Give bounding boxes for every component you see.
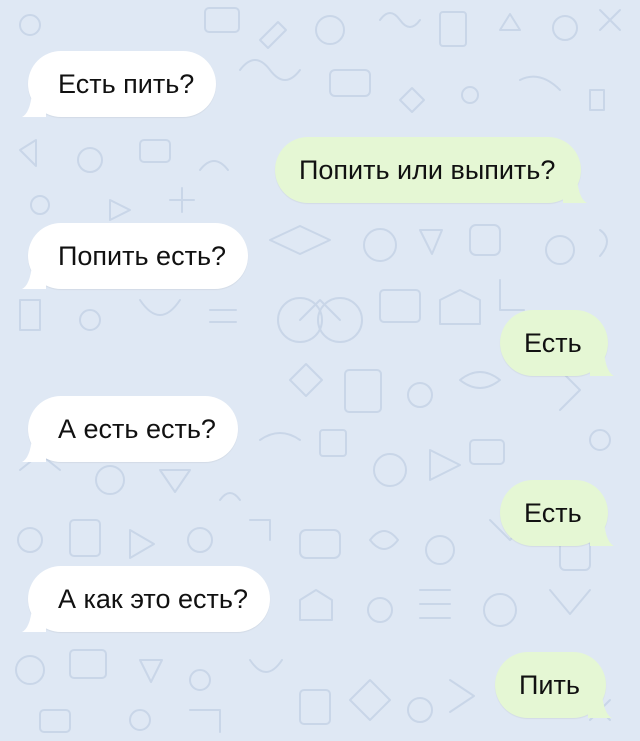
message-text: Попить есть? [58, 240, 227, 271]
bubble-tail-icon [589, 522, 614, 546]
message-text: Есть [524, 497, 582, 528]
bubble-tail-icon [587, 694, 612, 718]
message-bubble-outgoing[interactable]: Попить или выпить? [275, 137, 588, 203]
message-bubble-incoming[interactable]: А есть есть? [22, 396, 238, 462]
message-text: Есть пить? [58, 68, 195, 99]
bubble-tail-icon [22, 438, 46, 462]
message-bubble-outgoing[interactable]: Есть [500, 480, 614, 546]
message-bubble-outgoing[interactable]: Есть [500, 310, 614, 376]
chat-background: Есть пить? Попить или выпить? Попить ест… [0, 0, 640, 741]
message-text: Есть [524, 327, 582, 358]
message-text: А есть есть? [58, 413, 216, 444]
message-text: Пить [519, 669, 580, 700]
bubble-tail-icon [22, 608, 46, 632]
message-text: А как это есть? [58, 583, 248, 614]
message-text: Попить или выпить? [299, 154, 556, 185]
message-bubble-incoming[interactable]: Есть пить? [22, 51, 217, 117]
bubble-tail-icon [563, 179, 588, 203]
message-bubble-incoming[interactable]: Попить есть? [22, 223, 249, 289]
bubble-tail-icon [22, 93, 46, 117]
bubble-tail-icon [589, 352, 614, 376]
message-bubble-outgoing[interactable]: Пить [495, 652, 612, 718]
bubble-tail-icon [22, 265, 46, 289]
message-bubble-incoming[interactable]: А как это есть? [22, 566, 270, 632]
